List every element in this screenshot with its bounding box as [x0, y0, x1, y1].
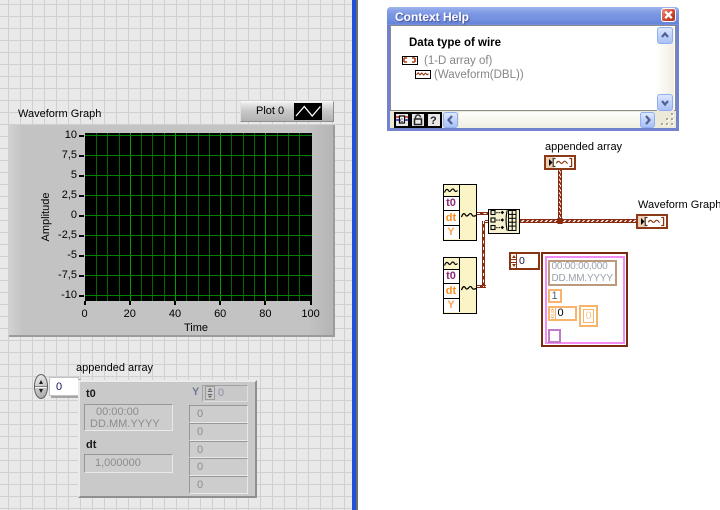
svg-text:c: c [400, 118, 403, 124]
svg-text:?: ? [430, 115, 437, 126]
